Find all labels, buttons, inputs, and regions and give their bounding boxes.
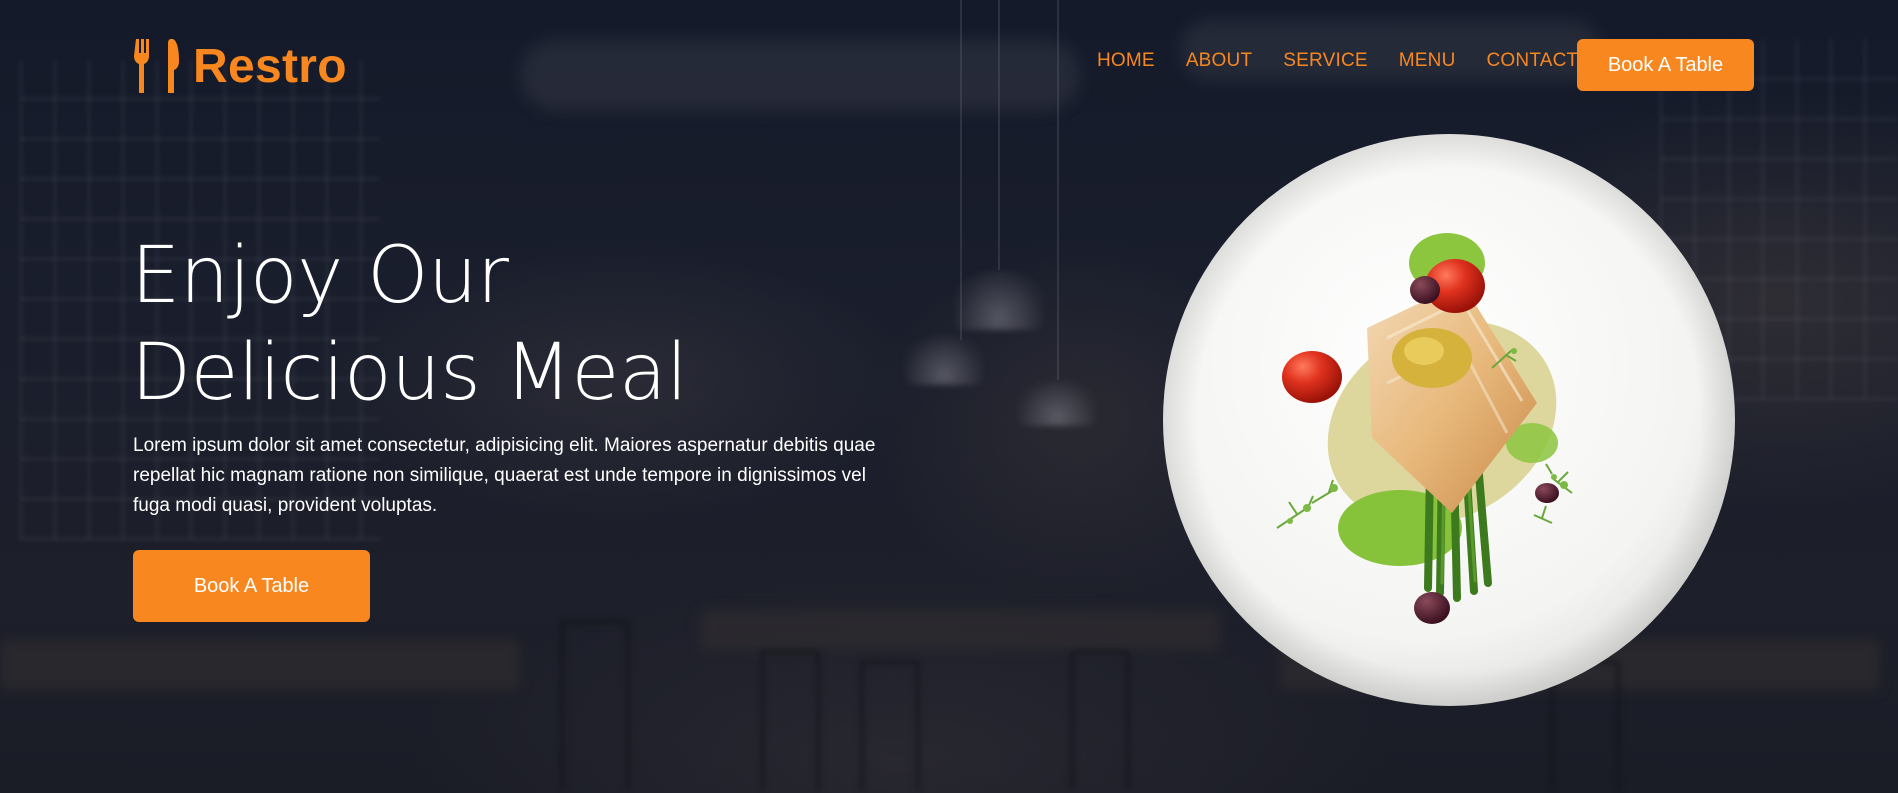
- headline-line-1: Enjoy Our: [131, 231, 509, 321]
- main-nav: HOME ABOUT SERVICE MENU CONTACT: [1097, 50, 1578, 72]
- headline-line-2: Delicious Meal: [131, 328, 688, 418]
- hero-description: Lorem ipsum dolor sit amet consectetur, …: [133, 435, 876, 516]
- hero-headline: Enjoy Our Delicious Meal: [131, 228, 688, 422]
- nav-link-service[interactable]: SERVICE: [1283, 50, 1367, 72]
- hero-section: Restro HOME ABOUT SERVICE MENU CONTACT B…: [0, 0, 1898, 793]
- utensils-icon: [134, 39, 179, 93]
- nav-link-contact[interactable]: CONTACT: [1487, 50, 1579, 72]
- plated-dish-image: [1162, 133, 1736, 707]
- nav-link-about[interactable]: ABOUT: [1186, 50, 1252, 72]
- book-table-nav-button[interactable]: Book A Table: [1577, 39, 1754, 91]
- nav-link-home[interactable]: HOME: [1097, 50, 1155, 72]
- nav-link-menu[interactable]: MENU: [1399, 50, 1456, 72]
- book-table-hero-button[interactable]: Book A Table: [133, 550, 370, 622]
- brand-name: Restro: [193, 39, 347, 93]
- brand-logo[interactable]: Restro: [133, 38, 347, 94]
